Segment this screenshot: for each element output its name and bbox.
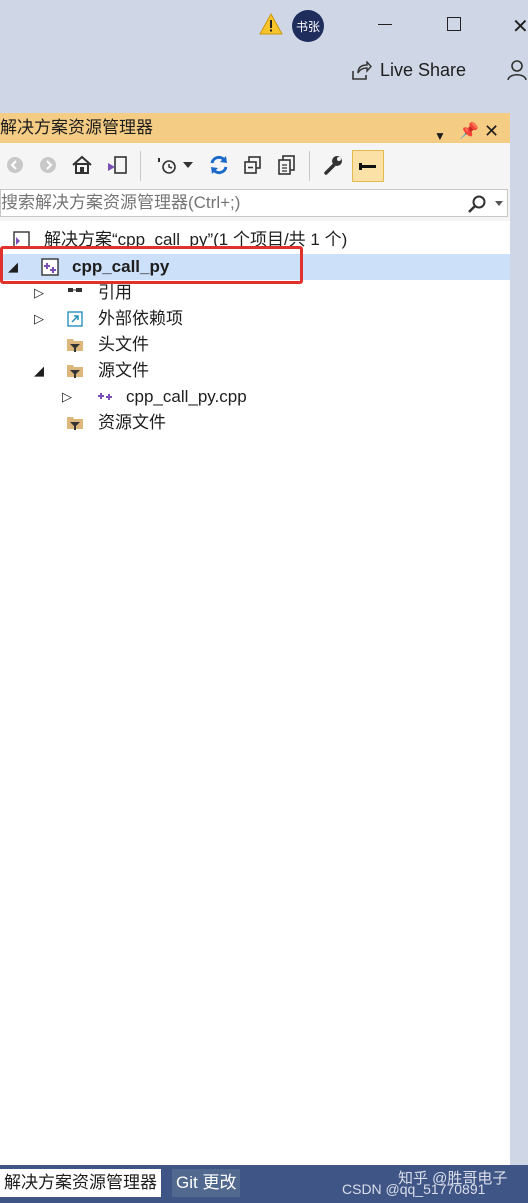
toolbar-separator (140, 151, 141, 181)
tree-item-label: 外部依赖项 (98, 309, 183, 328)
liveshare-label: Live Share (380, 60, 467, 80)
properties-wrench-icon[interactable] (320, 152, 346, 178)
external-dependencies-icon (67, 311, 83, 327)
tree-row-cpp-file[interactable]: ▷ cpp_call_py.cpp (0, 384, 510, 410)
tab-git-changes[interactable]: Git 更改 (172, 1169, 241, 1197)
filter-dropdown-icon[interactable] (180, 152, 196, 178)
tree-item-label: 头文件 (98, 335, 149, 354)
forward-icon[interactable] (35, 152, 61, 178)
search-options-dropdown-icon[interactable] (495, 201, 503, 206)
show-all-files-icon[interactable] (274, 152, 300, 178)
panel-close-icon[interactable]: ✕ (484, 116, 499, 146)
tree-item-label: cpp_call_py.cpp (126, 387, 247, 406)
right-dock-strip (511, 113, 528, 1165)
close-window-icon[interactable]: ✕ (512, 14, 528, 39)
share-icon (352, 60, 372, 80)
liveshare-button[interactable]: Live Share (350, 60, 466, 81)
solution-explorer-toolbar (0, 143, 510, 187)
search-icon[interactable] (467, 194, 487, 214)
panel-titlebar: 解决方案资源管理器 ▼ 📌 ✕ (0, 113, 510, 143)
tree-empty-area (0, 541, 510, 1165)
panel-title: 解决方案资源管理器 (0, 118, 153, 137)
search-input[interactable] (1, 190, 451, 216)
filter-folder-open-icon (67, 365, 83, 378)
home-icon[interactable] (69, 152, 95, 178)
collapse-arrow-icon[interactable]: ◢ (34, 358, 44, 384)
highlight-annotation-box (0, 246, 303, 284)
tree-row-resource-files[interactable]: 资源文件 (0, 410, 510, 436)
filter-folder-icon (67, 339, 83, 352)
warning-icon[interactable] (259, 12, 283, 36)
bottom-tab-bar: 解决方案资源管理器 Git 更改 知乎 @胜哥电子 CSDN @qq_51770… (0, 1165, 528, 1203)
tab-solution-explorer[interactable]: 解决方案资源管理器 (0, 1169, 161, 1197)
feedback-person-icon[interactable] (506, 58, 528, 82)
tree-row-header-files[interactable]: 头文件 (0, 332, 510, 358)
back-icon[interactable] (2, 152, 28, 178)
preview-selected-items-icon[interactable] (352, 150, 384, 182)
references-icon (68, 288, 82, 292)
expand-arrow-icon[interactable]: ▷ (62, 384, 72, 410)
pending-changes-filter-icon[interactable] (154, 152, 180, 178)
tree-row-source-files[interactable]: ◢ 源文件 (0, 358, 510, 384)
filter-folder-icon (67, 417, 83, 430)
tree-item-label: 资源文件 (98, 413, 166, 432)
user-avatar[interactable]: 书张 (292, 10, 324, 42)
tree-row-external-deps[interactable]: ▷ 外部依赖项 (0, 306, 510, 332)
watermark-csdn: CSDN @qq_51770891 (342, 1181, 486, 1197)
expand-arrow-icon[interactable]: ▷ (34, 306, 44, 332)
solution-search-box[interactable] (0, 189, 508, 217)
collapse-all-icon[interactable] (240, 152, 266, 178)
window-titlebar: 书张 ✕ Live Share (0, 0, 528, 100)
minimize-icon[interactable] (378, 24, 392, 25)
maximize-icon[interactable] (447, 17, 461, 31)
cpp-file-icon (98, 393, 112, 400)
tree-item-label: 源文件 (98, 361, 149, 380)
sync-icon[interactable] (206, 152, 232, 178)
switch-views-icon[interactable] (104, 152, 130, 178)
toolbar-separator (309, 151, 310, 181)
